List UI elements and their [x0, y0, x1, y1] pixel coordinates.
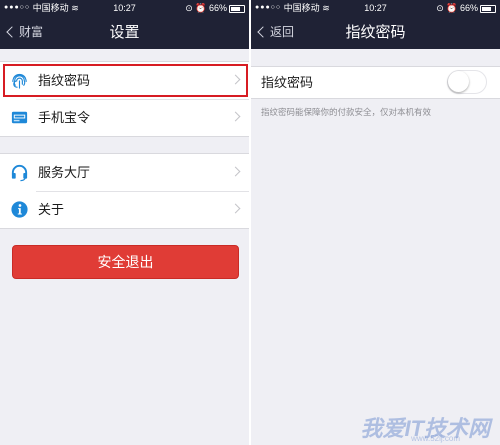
lock-rotation-icon: ⊙ [436, 3, 444, 13]
alarm-icon: ⏰ [195, 3, 207, 13]
battery-icon [480, 4, 496, 13]
list-item-label: 指纹密码 [38, 73, 91, 88]
chevron-right-icon [230, 203, 241, 214]
token-card-icon [11, 111, 28, 124]
fingerprint-toggle-row: 指纹密码 [251, 67, 500, 98]
hint-text: 指纹密码能保障你的付款安全，仅对本机有效 [261, 107, 432, 117]
logout-button[interactable]: 安全退出 [12, 245, 239, 279]
watermark-url: www.52ij.com [411, 434, 460, 443]
screenshot-stage: ●●●○○ 中国移动 ≋ 10:27 ⊙ ⏰ 66% 财富 设置 指纹密码 手机… [0, 0, 500, 445]
page-title: 指纹密码 [345, 24, 406, 41]
battery-percent: 66% [208, 3, 227, 13]
navigation-bar: 财富 设置 [0, 16, 249, 49]
lock-rotation-icon: ⊙ [185, 3, 193, 13]
chevron-right-icon [230, 166, 241, 177]
status-right: ⊙ ⏰ 66% [436, 0, 496, 16]
page-title: 设置 [109, 24, 140, 41]
navigation-bar: 返回 指纹密码 [251, 16, 500, 49]
settings-screen: ●●●○○ 中国移动 ≋ 10:27 ⊙ ⏰ 66% 财富 设置 指纹密码 手机… [0, 0, 249, 445]
battery-icon [229, 4, 245, 13]
status-bar: ●●●○○ 中国移动 ≋ 10:27 ⊙ ⏰ 66% [251, 0, 500, 16]
security-group: 指纹密码 手机宝令 [0, 61, 249, 137]
fingerprint-screen: ●●●○○ 中国移动 ≋ 10:27 ⊙ ⏰ 66% 返回 指纹密码 指纹密码 … [251, 0, 500, 445]
battery-percent: 66% [459, 3, 478, 13]
service-group: 服务大厅 关于 [0, 153, 249, 229]
headset-icon [11, 164, 28, 182]
list-item-label: 服务大厅 [38, 165, 91, 180]
list-item-label: 关于 [38, 202, 65, 217]
fingerprint-toggle-group: 指纹密码 [251, 66, 500, 99]
status-right: ⊙ ⏰ 66% [185, 0, 245, 16]
info-icon [11, 201, 28, 218]
list-item-fingerprint[interactable]: 指纹密码 [0, 62, 249, 99]
status-bar: ●●●○○ 中国移动 ≋ 10:27 ⊙ ⏰ 66% [0, 0, 249, 16]
chevron-right-icon [230, 111, 241, 122]
fingerprint-icon [12, 73, 27, 89]
list-item-label: 手机宝令 [38, 110, 91, 125]
alarm-icon: ⏰ [446, 3, 458, 13]
list-item-token[interactable]: 手机宝令 [0, 99, 249, 136]
toggle-knob [448, 71, 469, 92]
toggle-label: 指纹密码 [261, 75, 314, 90]
list-item-service-hall[interactable]: 服务大厅 [0, 154, 249, 191]
list-item-about[interactable]: 关于 [0, 191, 249, 228]
fingerprint-toggle-switch[interactable] [447, 70, 487, 94]
